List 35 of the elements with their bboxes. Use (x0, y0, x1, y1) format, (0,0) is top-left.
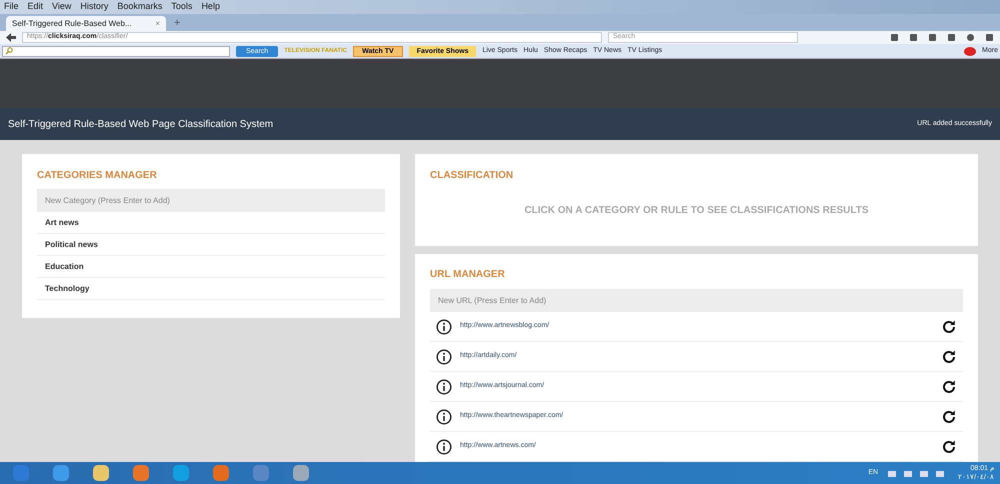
category-item[interactable]: Art news (37, 212, 385, 234)
browser-tab[interactable]: Self-Triggered Rule-Based Web... × (6, 16, 166, 31)
refresh-icon[interactable] (941, 348, 957, 364)
info-icon[interactable] (436, 378, 452, 394)
panel-title: URL MANAGER (430, 268, 506, 282)
info-icon[interactable] (436, 438, 452, 454)
menu-item[interactable]: Bookmarks (117, 0, 162, 14)
panel-title: CATEGORIES MANAGER (37, 169, 158, 183)
back-icon[interactable] (6, 33, 16, 42)
badge-icon[interactable] (964, 46, 976, 56)
category-item[interactable]: Political news (37, 234, 385, 256)
info-icon[interactable] (436, 408, 452, 424)
category-item[interactable]: Technology (37, 278, 385, 300)
toolbar-search-field[interactable] (2, 46, 230, 56)
refresh-icon[interactable] (941, 438, 957, 454)
tab-title: Self-Triggered Rule-Based Web... (12, 18, 132, 30)
menu-item[interactable]: Help (201, 0, 220, 14)
menu-item[interactable]: Tools (171, 0, 192, 14)
new-tab-button[interactable]: + (174, 16, 180, 31)
refresh-icon[interactable] (941, 408, 957, 424)
menu-item[interactable]: File (4, 0, 19, 14)
menu-item[interactable]: History (80, 0, 108, 14)
url-input[interactable]: New URL (Press Enter to Add) (430, 289, 963, 312)
empty-message: CLICK ON A CATEGORY OR RULE TO SEE CLASSIFICATIONS RESULTS (523, 204, 870, 218)
refresh-icon[interactable] (941, 378, 957, 394)
category-item[interactable]: Education (37, 256, 385, 278)
menu-item[interactable]: Edit (28, 0, 44, 14)
info-icon[interactable] (436, 348, 452, 364)
refresh-icon[interactable] (941, 318, 957, 334)
app-title: Self-Triggered Rule-Based Web Page Classification System (8, 118, 274, 132)
info-icon[interactable] (436, 318, 452, 334)
category-input[interactable]: New Category (Press Enter to Add) (37, 189, 385, 212)
search-icon (5, 47, 13, 55)
menu-item[interactable]: View (52, 0, 72, 14)
panel-title: CLASSIFICATION (430, 169, 514, 183)
